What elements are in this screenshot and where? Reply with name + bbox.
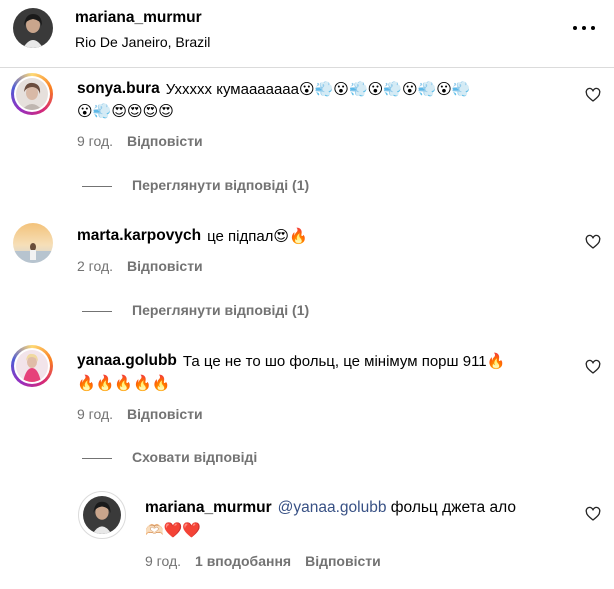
comment-body: це підпал😍🔥	[207, 228, 308, 245]
reply-username[interactable]: mariana_murmur	[145, 499, 272, 516]
post-header: mariana_murmur Rio De Janeiro, Brazil	[0, 0, 614, 68]
reply-button[interactable]: Відповісти	[127, 133, 203, 149]
post-location[interactable]: Rio De Janeiro, Brazil	[75, 34, 210, 50]
like-reply-heart-icon[interactable]	[585, 506, 601, 522]
comment-username[interactable]: yanaa.golubb	[77, 352, 177, 369]
comment-time[interactable]: 2 год.	[77, 258, 113, 274]
reply-likes-count[interactable]: 1 вподобання	[195, 553, 291, 569]
like-comment-heart-icon[interactable]	[585, 359, 601, 375]
comment-meta: 2 год. Відповісти	[77, 258, 203, 274]
comment-text: marta.karpovych це підпал😍🔥	[77, 225, 577, 247]
comment-body: Ухxxxx кумааааааа😮💨😮💨😮💨😮💨😮💨	[165, 81, 471, 98]
like-comment-heart-icon[interactable]	[585, 87, 601, 103]
reply-time[interactable]: 9 год.	[145, 553, 181, 569]
reply-text: mariana_murmur @yanaa.golubb фольц джета …	[145, 497, 575, 541]
comment-time[interactable]: 9 год.	[77, 406, 113, 422]
comment-meta: 9 год. Відповісти	[77, 406, 203, 422]
like-comment-heart-icon[interactable]	[585, 234, 601, 250]
reply-avatar[interactable]	[78, 491, 126, 539]
view-replies-label: Переглянути відповіді (1)	[132, 177, 310, 193]
comment-text: yanaa.golubb Та це не то шо фольц, це мін…	[77, 350, 577, 394]
view-replies-button[interactable]: Переглянути відповіді (1)	[82, 177, 309, 193]
hide-replies-label: Сховати відповіді	[132, 449, 258, 465]
replies-divider	[82, 310, 112, 312]
reply-button[interactable]: Відповісти	[127, 406, 203, 422]
post-author-username[interactable]: mariana_murmur	[75, 9, 202, 27]
comment-avatar[interactable]	[11, 73, 53, 115]
view-replies-label: Переглянути відповіді (1)	[132, 302, 310, 318]
comment-body: Та це не то шо фольц, це мінімум порш 91…	[182, 353, 506, 370]
comment-username[interactable]: sonya.bura	[77, 80, 160, 97]
comment-avatar[interactable]	[13, 223, 53, 263]
more-options-icon[interactable]	[571, 18, 597, 38]
comment-meta: 9 год. Відповісти	[77, 133, 203, 149]
reply-meta: 9 год. 1 вподобання Відповісти	[145, 553, 381, 569]
post-author-avatar[interactable]	[13, 8, 53, 48]
comment-body-cont: 🔥🔥🔥🔥🔥	[77, 375, 171, 392]
reply-body-cont: 🫶🏻❤️❤️	[145, 522, 202, 539]
reply-button[interactable]: Відповісти	[305, 553, 381, 569]
comment-username[interactable]: marta.karpovych	[77, 227, 201, 244]
comment-time[interactable]: 9 год.	[77, 133, 113, 149]
hide-replies-button[interactable]: Сховати відповіді	[82, 449, 257, 465]
reply-button[interactable]: Відповісти	[127, 258, 203, 274]
comment-avatar[interactable]	[11, 345, 53, 387]
replies-divider	[82, 185, 112, 187]
replies-divider	[82, 457, 112, 459]
reply-mention-link[interactable]: @yanaa.golubb	[278, 499, 387, 516]
reply-body: фольц джета ало	[390, 499, 516, 516]
view-replies-button[interactable]: Переглянути відповіді (1)	[82, 302, 309, 318]
comment-text: sonya.bura Ухxxxx кумааааааа😮💨😮💨😮💨😮💨😮💨 😮💨…	[77, 78, 577, 122]
comment-body-cont: 😮💨😍😍😍😍	[77, 103, 174, 120]
